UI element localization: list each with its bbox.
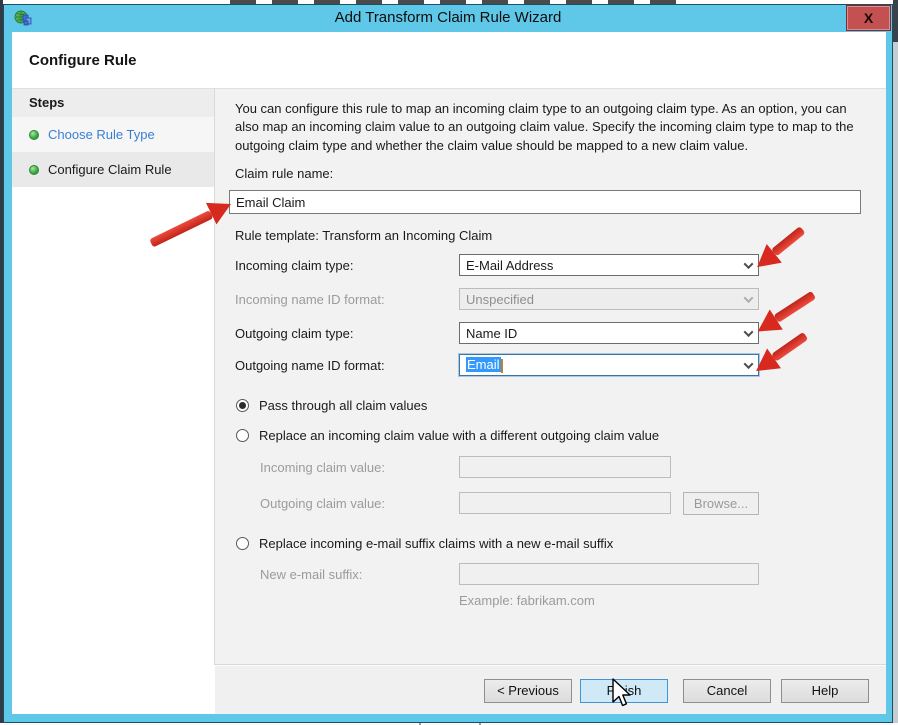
incoming-name-id-format-combo: Unspecified [459, 288, 759, 310]
incoming-claim-type-label: Incoming claim type: [235, 258, 354, 273]
radio-pass-through[interactable]: Pass through all claim values [236, 398, 427, 413]
incoming-claim-type-combo[interactable]: E-Mail Address [459, 254, 759, 276]
radio-replace-email-suffix[interactable]: Replace incoming e-mail suffix claims wi… [236, 536, 613, 551]
radio-replace-value[interactable]: Replace an incoming claim value with a d… [236, 428, 659, 443]
outgoing-claim-value-input [459, 492, 671, 514]
outgoing-claim-type-label: Outgoing claim type: [235, 326, 354, 341]
incoming-name-id-format-label: Incoming name ID format: [235, 292, 385, 307]
page-title: Configure Rule [29, 52, 137, 69]
steps-heading: Steps [12, 89, 214, 117]
rule-description: You can configure this rule to map an in… [235, 100, 869, 155]
help-button[interactable]: Help [781, 679, 869, 703]
outgoing-name-id-format-combo[interactable]: Email [459, 354, 759, 376]
new-email-suffix-label: New e-mail suffix: [260, 567, 362, 582]
rule-template-text: Rule template: Transform an Incoming Cla… [235, 228, 492, 243]
combo-value: Name ID [466, 326, 738, 341]
sidebar-item-choose-rule-type[interactable]: Choose Rule Type [12, 117, 214, 152]
background-right-edge [893, 0, 898, 725]
cancel-button[interactable]: Cancel [683, 679, 771, 703]
radio-label: Pass through all claim values [259, 398, 427, 413]
combo-value: E-Mail Address [466, 258, 738, 273]
background-right-edge-dark [893, 0, 898, 42]
combo-value: Email [466, 357, 738, 373]
mouse-cursor-icon [610, 678, 634, 710]
main-panel: You can configure this rule to map an in… [215, 89, 886, 664]
new-email-suffix-input [459, 563, 759, 585]
chevron-down-icon [738, 289, 758, 309]
claim-rule-name-input[interactable] [229, 190, 861, 214]
selected-text: Email [466, 357, 501, 372]
radio-unselected-icon [236, 429, 249, 442]
outgoing-name-id-format-label: Outgoing name ID format: [235, 358, 385, 373]
outgoing-claim-type-combo[interactable]: Name ID [459, 322, 759, 344]
dialog-body: Configure Rule Steps Choose Rule Type Co… [12, 32, 886, 714]
green-dot-icon [29, 130, 39, 140]
radio-label: Replace an incoming claim value with a d… [259, 428, 659, 443]
screenshot-canvas: Add Transform Claim Rule Wizard X Config… [0, 0, 898, 725]
footer-bar: < Previous Finish Cancel Help [215, 664, 886, 714]
incoming-claim-value-input [459, 456, 671, 478]
close-icon[interactable]: X [846, 5, 891, 31]
outgoing-claim-value-label: Outgoing claim value: [260, 496, 385, 511]
browse-button: Browse... [683, 492, 759, 515]
claim-rule-name-label: Claim rule name: [235, 166, 333, 181]
titlebar[interactable]: Add Transform Claim Rule Wizard X [4, 5, 892, 32]
radio-selected-icon [236, 399, 249, 412]
sidebar-item-label: Configure Claim Rule [48, 162, 172, 177]
sidebar-item-label: Choose Rule Type [48, 127, 155, 142]
green-dot-icon [29, 165, 39, 175]
text-caret [501, 359, 503, 373]
window-title: Add Transform Claim Rule Wizard [4, 9, 892, 26]
combo-value: Unspecified [466, 292, 738, 307]
sidebar-item-configure-claim-rule[interactable]: Configure Claim Rule [12, 152, 214, 187]
example-text: Example: fabrikam.com [459, 593, 595, 608]
incoming-claim-value-label: Incoming claim value: [260, 460, 385, 475]
radio-unselected-icon [236, 537, 249, 550]
previous-button[interactable]: < Previous [484, 679, 572, 703]
radio-label: Replace incoming e-mail suffix claims wi… [259, 536, 613, 551]
